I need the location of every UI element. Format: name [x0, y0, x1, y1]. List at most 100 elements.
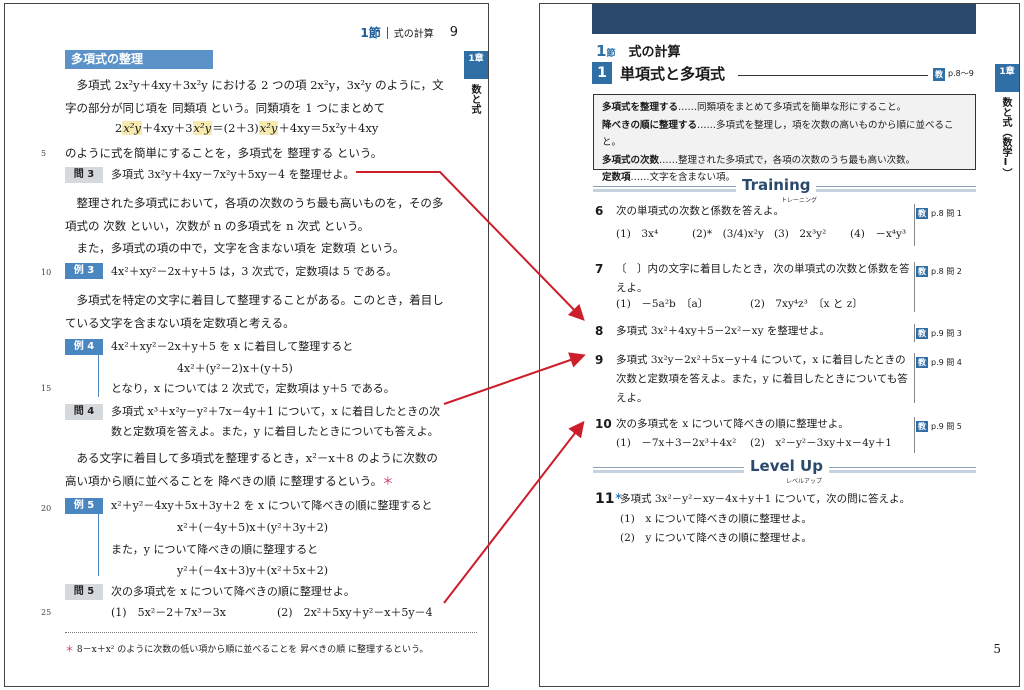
example-label-3: 例 3: [65, 263, 103, 279]
example-5-line2: x²＋(－4y＋5)x＋(y²＋3y＋2): [177, 521, 329, 534]
line-number: 10: [41, 268, 52, 277]
footnote: ＊ 8－x＋x² のように次数の低い項から順に並べることを 昇べきの順 に整理す…: [65, 642, 428, 655]
definition-box: 多項式を整理する……同類項をまとめて多項式を簡単な形にすること。 降べきの順に整…: [593, 94, 976, 183]
definition-item: 多項式の次数……整理された多項式で，各項の次数のうち最も高い次数。: [602, 152, 967, 170]
ref-text: p.9 問 4: [931, 358, 962, 367]
question-3-text: 多項式 3x²y＋4xy－7x²y＋5xy－4 を整理せよ。: [111, 168, 355, 181]
problem-9-text: 多項式 3x²y－2x²＋5x－y＋4 について，x に着目したときの次数と定数…: [616, 354, 908, 404]
line-number: 15: [41, 384, 52, 393]
ref-text: p.8 問 2: [931, 267, 962, 276]
section-title: 1節 式の計算: [596, 41, 680, 60]
definition-desc: ……文字を含まない項。: [630, 172, 736, 183]
definition-term: 降べきの順に整理する: [602, 119, 698, 131]
definition-term: 定数項: [602, 172, 631, 183]
textbook-ref-pages: p.8〜9: [948, 69, 974, 78]
problem-8-text: 多項式 3x²＋4xy＋5－2x²－xy を整理せよ。: [616, 325, 830, 337]
ref-badge: 教: [916, 266, 928, 277]
eq-highlight: x²y: [122, 121, 142, 135]
unit-title: 単項式と多項式: [620, 65, 726, 83]
paragraph-degree: 整理された多項式において，各項の次数のうち最も高いものを，その多項式の 次数 と…: [65, 196, 444, 233]
right-page: 1節 式の計算 1 単項式と多項式 教 p.8〜9 1章 数と式（数学Ⅰ） 多項…: [539, 3, 1020, 687]
chapter-vertical-label: 数と式（数学Ⅰ）: [1000, 97, 1011, 178]
section-heading: 多項式の整理: [65, 50, 213, 69]
problem-8-ref: 教 p.9 問 3: [916, 328, 962, 339]
section-suffix: 節: [606, 49, 616, 59]
problem-11-part2: (2) y について降べきの順に整理せよ。: [620, 532, 812, 544]
example-5-bar: [98, 514, 99, 576]
problem-10-part2: (2) x²－y²－3xy＋x－4y＋1: [750, 437, 892, 449]
problem-11-text: 多項式 3x²－y²－xy－4x＋y＋1 について，次の問に答えよ。: [620, 493, 911, 505]
top-banner: [592, 4, 976, 34]
running-head-title: 式の計算: [393, 29, 434, 40]
problem-6-part3: (3) 2x³y²: [774, 228, 827, 240]
eq-term: ＝(2＋3): [212, 121, 259, 135]
problem-6-part4: (4) －x⁴y³: [850, 228, 907, 240]
footnote-divider: [65, 632, 477, 633]
definition-term: 多項式の次数: [602, 154, 660, 166]
problem-10-part1: (1) －7x＋3－2x³＋4x²: [616, 437, 737, 449]
problem-6-part2: (2)* (3/4)x²y: [692, 228, 764, 240]
problem-number-9: 9: [595, 353, 604, 367]
ref-text: p.9 問 5: [931, 422, 962, 431]
line-number: 25: [41, 608, 52, 617]
ref-divider: [914, 262, 915, 312]
definition-term: 多項式を整理する: [602, 102, 679, 113]
problem-number-8: 8: [595, 324, 604, 338]
paragraph-simplify: のように式を簡単にすることを，多項式を 整理する という。: [65, 146, 383, 160]
problem-number-6: 6: [595, 204, 604, 218]
problem-number-11: 11＊: [595, 491, 622, 507]
ref-text: p.8 問 1: [931, 209, 962, 218]
ref-badge: 教: [916, 357, 928, 368]
question-label-4: 問 4: [65, 404, 103, 420]
equation-like-terms: 2x²y＋4xy＋3x²y＝(2＋3)x²y＋4xy＝5x²y＋4xy: [115, 120, 378, 136]
page-number-left: 9: [449, 25, 458, 40]
eq-highlight: x²y: [192, 121, 213, 135]
title-number: 1: [592, 62, 612, 84]
footnote-marker: ＊: [382, 474, 394, 488]
footnote-mark: ＊: [65, 645, 75, 655]
example-5-line1: x²＋y²－4xy＋5x＋3y＋2 を x について降べきの順に整理すると: [111, 499, 433, 512]
section-name: 式の計算: [628, 45, 681, 60]
chapter-tab: 1章: [995, 64, 1019, 92]
definition-desc: ……整理された多項式で，各項の次数のうち最も高い次数。: [659, 154, 916, 166]
chapter-tab: 1章: [464, 51, 488, 79]
definition-item: 降べきの順に整理する……多項式を整理し，項を次数の高いものから順に並べること。: [602, 117, 967, 152]
ref-divider: [914, 417, 915, 453]
example-label-4: 例 4: [65, 339, 103, 355]
running-head-section: 1節: [360, 26, 381, 40]
problem-10-ref: 教 p.9 問 5: [916, 421, 962, 432]
problem-7-text: 〔 〕内の文字に着目したとき，次の単項式の次数と係数を答えよ。: [616, 263, 910, 294]
example-5-line4: y²＋(－4x＋3)y＋(x²＋5x＋2): [177, 564, 329, 577]
question-4-line2: 数と定数項を答えよ。また，y に着目したときについても答えよ。: [111, 425, 439, 438]
line-number: 5: [41, 149, 47, 158]
problem-6-part1: (1) 3x⁴: [616, 228, 659, 240]
paragraph-constant-term: また，多項式の項の中で，文字を含まない項を 定数項 という。: [76, 241, 405, 255]
section-number: 1: [596, 42, 607, 60]
problem-10-text: 次の多項式を x について降べきの順に整理せよ。: [616, 418, 849, 430]
running-head-divider: [386, 26, 388, 39]
levelup-label: Level Up: [744, 457, 829, 475]
problem-9-ref: 教 p.9 問 4: [916, 357, 962, 368]
question-5-text: 次の多項式を x について降べきの順に整理せよ。: [111, 585, 355, 598]
textbook-ref-badge: 教: [933, 68, 945, 81]
problem-11-part1: (1) x について降べきの順に整理せよ。: [620, 513, 812, 525]
example-label-5: 例 5: [65, 498, 103, 514]
example-5-line3: また，y について降べきの順に整理すると: [111, 543, 319, 556]
question-5-part2: (2) 2x²＋5xy＋y²－x＋5y－4: [277, 606, 433, 619]
eq-term: ＋4xy＝5x²y＋4xy: [278, 121, 379, 135]
chapter-vertical-label: 数と式: [469, 84, 480, 114]
definition-desc: ……同類項をまとめて多項式を簡単な形にすること。: [678, 102, 907, 113]
title-rule: [738, 75, 928, 76]
ref-text: p.9 問 3: [931, 329, 962, 338]
question-label-5: 問 5: [65, 584, 103, 600]
paragraph-descending-order: ある文字に着目して多項式を整理するとき，x²－x＋8 のように次数の高い項から順…: [65, 447, 445, 493]
page-number-right: 5: [993, 642, 1001, 656]
example-3-text: 4x²＋xy²－2x＋y＋5 は，3 次式で，定数項は 5 である。: [111, 265, 398, 278]
ref-divider: [914, 353, 915, 403]
problem-7-part1: (1) －5a²b 〔a〕: [616, 298, 709, 310]
levelup-ruby: レベルアップ: [786, 478, 823, 485]
question-4-line1: 多項式 x³＋x²y－y²＋7x－4y＋1 について，x に着目したときの次: [111, 405, 441, 418]
ref-badge: 教: [916, 208, 928, 219]
training-label: Training: [736, 176, 817, 194]
ref-badge: 教: [916, 328, 928, 339]
